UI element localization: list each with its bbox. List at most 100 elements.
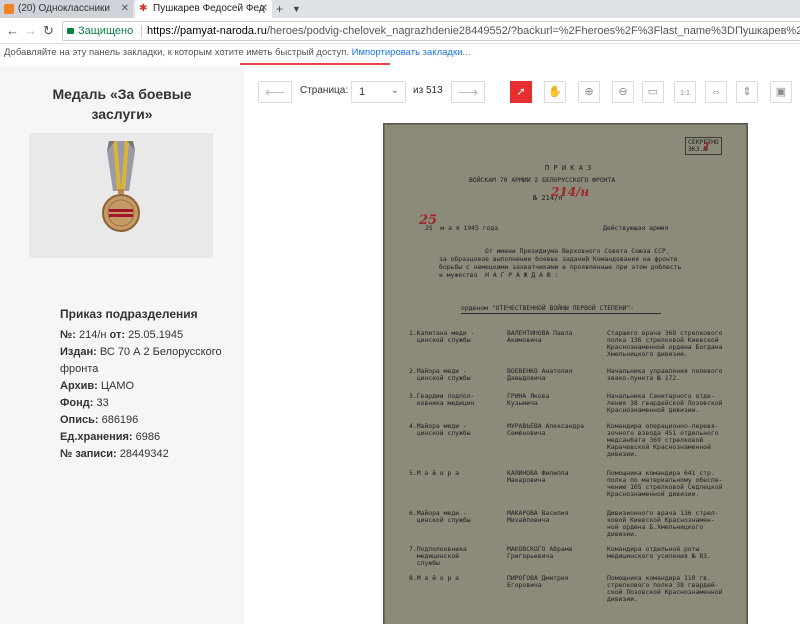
row-7-rank: 7.Подполковника медицинской службы (409, 545, 467, 567)
medal-title: Медаль «За боевые заслуги» (52, 86, 192, 122)
forward-arrow-icon[interactable]: → (24, 22, 37, 40)
zoom-in-icon: ⊕ (584, 86, 594, 98)
award-underline (461, 313, 661, 314)
doc-number-handwritten: 214/н (551, 185, 590, 199)
order-section-title: Приказ подразделения (60, 307, 198, 321)
doc-intro-3: борьбы с немецкими захватчиками и проявл… (439, 263, 682, 271)
import-bookmarks-link[interactable]: Импортировать закладки... (352, 47, 471, 58)
row-8-name: ПИРОГОВА Дмитрия Егоровича (507, 574, 569, 589)
row-5-desc: Помощника командира 641 стр. полка по ма… (607, 469, 723, 498)
page-select[interactable]: 1 ⌄ (351, 81, 406, 103)
row-1-desc: Старшего врача 368 стрелкового полка 136… (607, 329, 723, 358)
new-tab-icon[interactable]: + (276, 0, 283, 18)
doc-award-line: орденом "ОТЕЧЕСТВЕННОЙ ВОЙНЫ ПЕРВОЙ СТЕП… (461, 304, 635, 312)
row-6-desc: Дивизионного врача 136 стрел- ковой Киев… (607, 509, 719, 538)
hand-icon: ✋ (548, 86, 562, 98)
row-8-desc: Помощника командира 110 гв. стрелкового … (607, 574, 723, 603)
doc-subtitle: ВОЙСКАМ 70 АРМИИ 2 БЕЛОРУССКОГО ФРОНТА (469, 176, 616, 184)
order-issued-line: Издан: ВС 70 А 2 Белорусского фронта (60, 346, 222, 375)
close-tab-icon[interactable]: ✕ (260, 0, 268, 18)
tab-odnoklassniki[interactable]: (20) Одноклассники ✕ (0, 0, 133, 18)
row-3-rank: 3.Гвардии подпол- ковника медицин (409, 392, 475, 407)
row-8-rank: 8.М а й о р а (409, 574, 460, 582)
zoom-out-icon: ⊖ (618, 86, 628, 98)
prev-page-button[interactable]: ⟵ (258, 81, 292, 103)
odnoklassniki-favicon-icon (4, 4, 14, 14)
save-button[interactable]: ▣ (770, 81, 792, 103)
fit-width-button[interactable]: ⇔ (705, 81, 727, 103)
row-2-rank: 2.Майора меди - цинской службы (409, 367, 471, 382)
bookmarks-hint: Добавляйте на эту панель закладки, к кот… (4, 47, 349, 58)
chevron-down-icon: ⌄ (390, 85, 399, 96)
fit-height-icon: ⇕ (742, 86, 752, 98)
award-sidebar: Медаль «За боевые заслуги» Приказ подраз… (0, 66, 244, 624)
doc-title: П Р И К А З (545, 164, 592, 172)
document-scan: СЕКРЕТНО ЭКЗ.№ 1 П Р И К А З ВОЙСКАМ 70 … (383, 123, 748, 624)
one-to-one-icon: 1:1 (680, 90, 690, 97)
page-total: из 513 (413, 85, 443, 96)
select-pointer-button[interactable]: ➚ (510, 81, 532, 103)
row-4-rank: 4.Майора меди - цинской службы (409, 422, 471, 437)
cursor-icon: ➚ (516, 86, 526, 98)
copy-number-handwritten: 1 (703, 140, 711, 153)
back-arrow-icon[interactable]: ← (6, 22, 19, 40)
row-2-desc: Начальника управления полевого эвако-пун… (607, 367, 723, 382)
doc-intro-2: за образцовое выполнение боевых заданий … (439, 255, 678, 263)
close-tab-icon[interactable]: ✕ (121, 0, 129, 18)
row-5-name: КАЛИНОВА Филиппа Макаровича (507, 469, 569, 484)
tab-label: (20) Одноклассники (18, 3, 110, 14)
order-archive-line: Архив: ЦАМО (60, 380, 135, 392)
row-5-rank: 5.М а й о р а (409, 469, 460, 477)
doc-intro-1: От имени Президиума Верховного Совета Со… (485, 247, 670, 255)
tab-pamyat-naroda[interactable]: ✱ Пушкарев Федосей Фед ✕ (135, 0, 272, 18)
url-input[interactable]: Защищено https://pamyat-naroda.ru/heroes… (62, 21, 800, 41)
order-info: Приказ подразделения №: 214/н от: 25.05.… (60, 306, 240, 463)
viewer-toolbar: ⟵ Страница: 1 ⌄ из 513 ⟶ ➚ ✋ ⊕ ⊖ ▭ 1:1 ⇔ … (244, 81, 800, 105)
zoom-out-button[interactable]: ⊖ (612, 81, 634, 103)
scanned-order-page: СЕКРЕТНО ЭКЗ.№ 1 П Р И К А З ВОЙСКАМ 70 … (385, 125, 746, 624)
tab-label: Пушкарев Федосей Фед (153, 3, 265, 14)
fit-width-icon: ⇔ (710, 86, 722, 98)
document-viewer: ⟵ Страница: 1 ⌄ из 513 ⟶ ➚ ✋ ⊕ ⊖ ▭ 1:1 ⇔ … (244, 66, 800, 624)
order-unit-line: Ед.хранения: 6986 (60, 431, 161, 443)
date-handwritten: 25 (419, 213, 438, 228)
lock-icon (67, 28, 74, 34)
page-label: Страница: (300, 85, 349, 96)
row-7-name: МАКОВСКОГО Абрама Григорьевича (507, 545, 573, 560)
next-page-button[interactable]: ⟶ (451, 81, 485, 103)
fit-height-button[interactable]: ⇕ (736, 81, 758, 103)
address-bar-row: ← → ↻ Защищено https://pamyat-naroda.ru/… (0, 18, 800, 44)
url-text: https://pamyat-naroda.ru/heroes/podvig-c… (147, 25, 800, 37)
doc-place: Действующая армия (603, 224, 669, 232)
zoom-in-button[interactable]: ⊕ (578, 81, 600, 103)
row-4-name: МУРАВЬЕВА Александра Семёновича (507, 422, 584, 437)
secure-indicator[interactable]: Защищено (67, 22, 133, 40)
row-7-desc: Командира отдельной роты медицинского ус… (607, 545, 711, 560)
row-6-name: МАКАРОВА Василия Михайловича (507, 509, 569, 524)
row-4-desc: Командира операционно-перевя- зочного вз… (607, 422, 719, 458)
order-fond-line: Фонд: 33 (60, 397, 109, 409)
order-record-line: № записи: 28449342 (60, 448, 169, 460)
bookmarks-bar: Добавляйте на эту панель закладки, к кот… (0, 44, 800, 62)
doc-intro-4: и мужество Н А Г Р А Ж Д А Ю : (439, 271, 559, 279)
fit-page-button[interactable]: ▭ (642, 81, 664, 103)
actual-size-button[interactable]: 1:1 (674, 81, 696, 103)
site-accent-line (240, 63, 390, 65)
pan-hand-button[interactable]: ✋ (544, 81, 566, 103)
order-opis-line: Опись: 686196 (60, 414, 139, 426)
row-3-name: ГРИНА Якова Кузьмича (507, 392, 550, 407)
row-1-rank: 1.Капитана меди - цинской службы (409, 329, 475, 344)
row-6-rank: 6.Майора меди - цинской службы (409, 509, 471, 524)
medal-image (29, 133, 213, 258)
row-2-name: ВОЕВЕНКО Анатолия Давыдовича (507, 367, 573, 382)
save-icon: ▣ (775, 86, 787, 98)
browser-tabbar: (20) Одноклассники ✕ ✱ Пушкарев Федосей … (0, 0, 800, 18)
row-1-name: ВАЛЕНТИНОВА Павла Акимовича (507, 329, 573, 344)
reload-icon[interactable]: ↻ (43, 22, 54, 40)
order-number-line: №: 214/н от: 25.05.1945 (60, 329, 184, 341)
row-3-desc: Начальника Санитарного отде- ления 38 гв… (607, 392, 723, 414)
medal-icon (102, 141, 140, 232)
tab-menu-chevron-icon[interactable]: ▼ (292, 0, 301, 18)
url-divider (141, 25, 142, 37)
page-icon: ▭ (647, 86, 659, 98)
